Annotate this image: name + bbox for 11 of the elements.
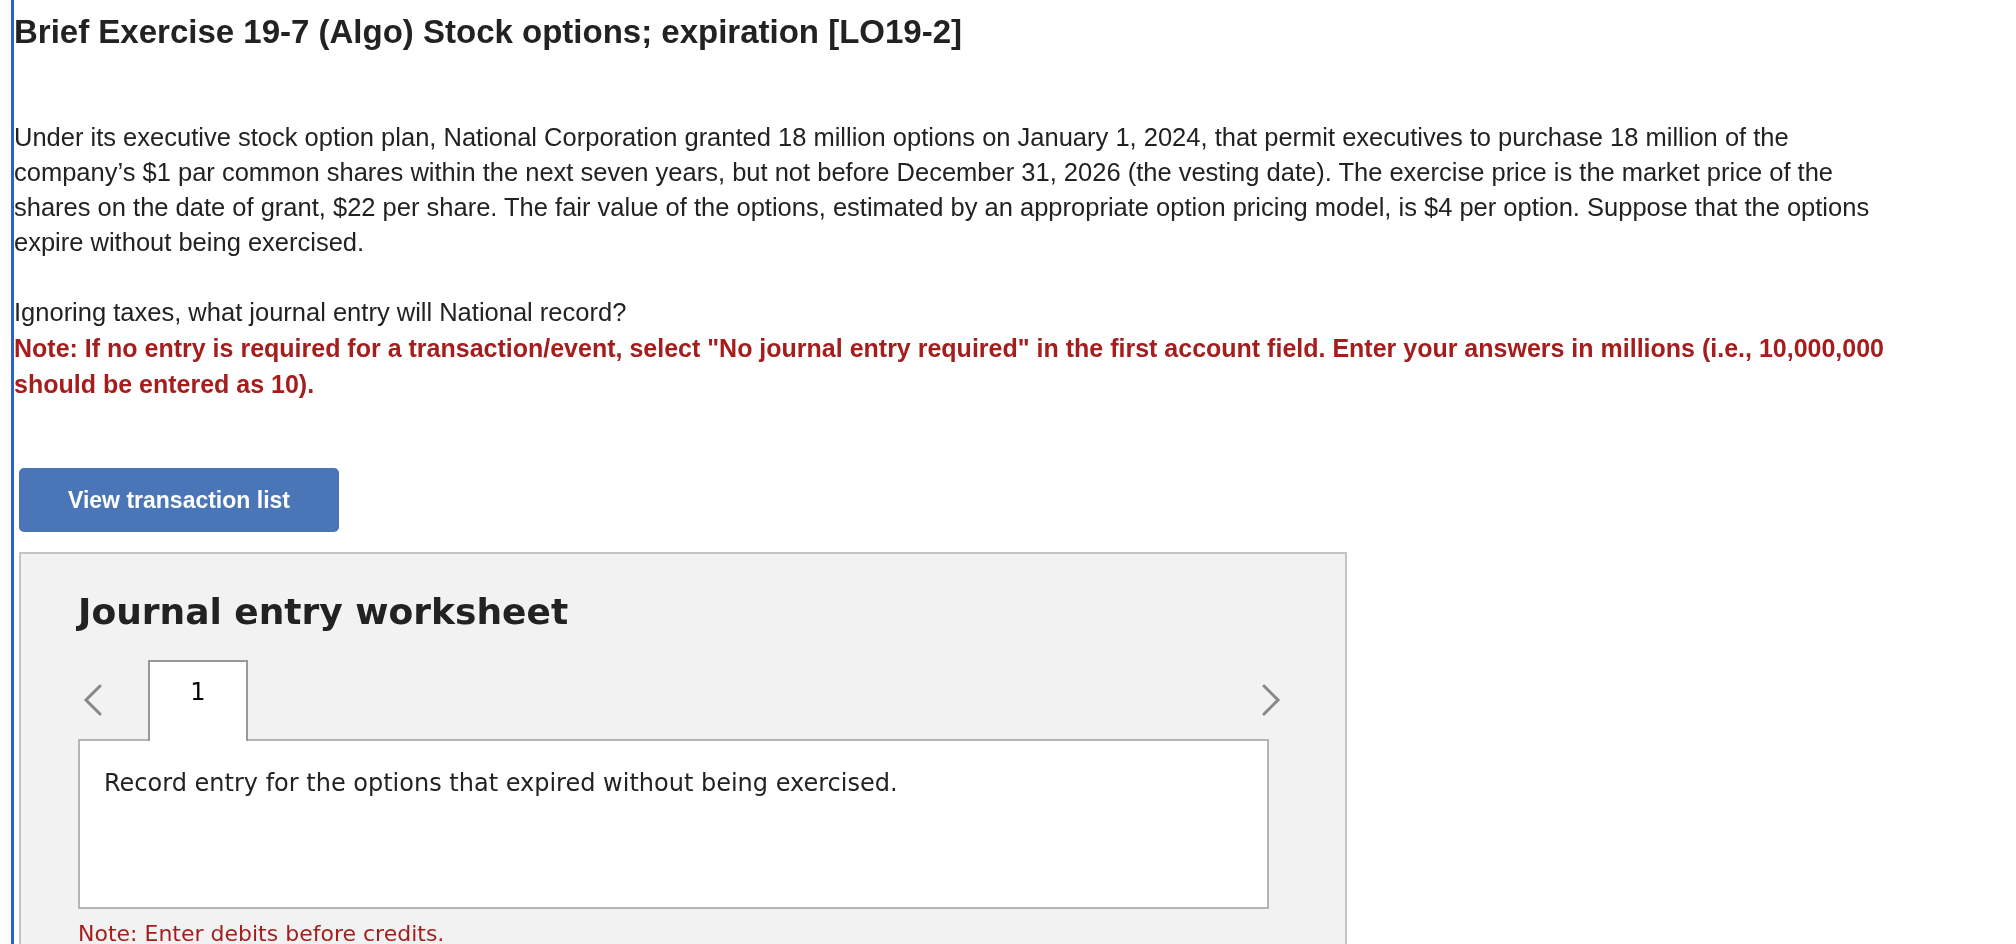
entry-prompt: Record entry for the options that expired without being exercised. bbox=[104, 769, 899, 797]
view-transaction-list-button[interactable]: View transaction list bbox=[19, 468, 339, 532]
worksheet-title: Journal entry worksheet bbox=[78, 590, 570, 634]
exercise-title: Brief Exercise 19-7 (Algo) Stock options; expiration [LO19-2] bbox=[14, 12, 964, 52]
chevron-right-icon[interactable] bbox=[1260, 683, 1282, 717]
chevron-left-icon[interactable] bbox=[82, 683, 104, 717]
worksheet-note: Note: Enter debits before credits. bbox=[78, 921, 446, 944]
entry-tab[interactable]: 1 bbox=[148, 660, 248, 741]
problem-text: Under its executive stock option plan, National Corporation granted 18 million options on January 1, 2024, that permit executives to purchase 18 million of the company’s $1 par common shares within the next seven years, but not before December 31, 2026 (the vesting date). The exercise price is the market price of the shares on the date of grant, $22 per share. The fair value of the options, estimated by an appropriate option pricing model, is $4 per option. Suppose that the options expire without being exercised. bbox=[14, 122, 1871, 258]
question-text: Ignoring taxes, what journal entry will National record? bbox=[14, 297, 628, 328]
instruction-note: Note: If no entry is required for a transaction/event, select "No journal entry required" in the first account field. Enter your answers in millions (i.e., 10,000,000 should be entered as 10). bbox=[14, 333, 1886, 400]
